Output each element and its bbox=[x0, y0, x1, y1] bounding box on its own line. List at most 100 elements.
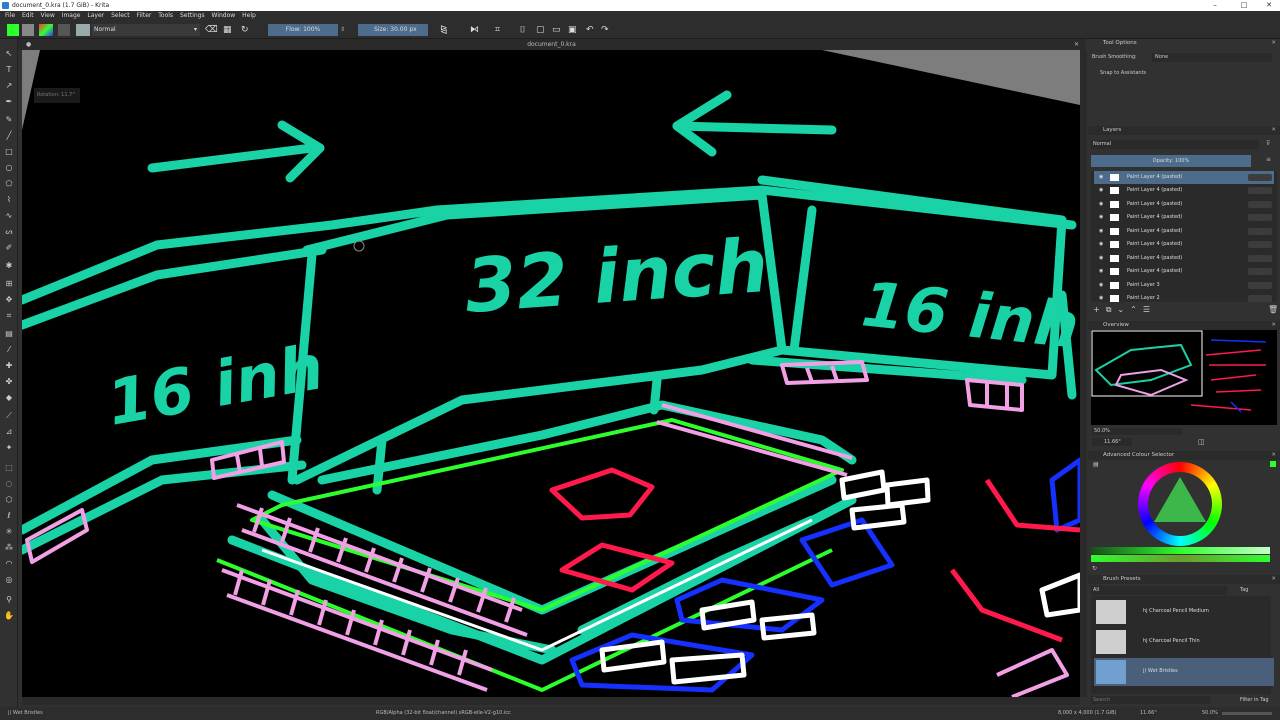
docker-close-icon[interactable]: ✕ bbox=[1271, 126, 1276, 135]
brush-preset-item[interactable]: hj Charcoal Pencil Medium bbox=[1094, 598, 1274, 626]
gradient-icon[interactable] bbox=[39, 24, 53, 36]
duplicate-layer-icon[interactable]: ⧉ bbox=[1106, 305, 1118, 314]
pan-tool-icon[interactable]: ✋ bbox=[4, 611, 14, 621]
saturation-triangle[interactable] bbox=[1148, 472, 1212, 536]
menu-edit[interactable]: Edit bbox=[22, 11, 34, 21]
add-layer-icon[interactable]: + bbox=[1093, 305, 1106, 314]
open-document-icon[interactable]: ▭ bbox=[552, 24, 564, 36]
menu-filter[interactable]: Filter bbox=[137, 11, 152, 21]
visibility-eye-icon[interactable]: ◉ bbox=[1099, 252, 1107, 265]
line-tool-icon[interactable]: ╱ bbox=[4, 131, 14, 141]
docker-close-icon[interactable]: ✕ bbox=[1271, 321, 1276, 330]
zoom-slider[interactable] bbox=[1222, 712, 1272, 715]
zoom-tool-icon[interactable]: ⚲ bbox=[4, 595, 14, 605]
freehand-path-icon[interactable]: ᔕ bbox=[4, 227, 14, 237]
minimize-button[interactable]: – bbox=[1204, 0, 1226, 11]
layer-lock-icons[interactable] bbox=[1248, 268, 1272, 275]
brush-preset-item[interactable]: hj Charcoal Pencil Thin bbox=[1094, 628, 1274, 656]
visibility-eye-icon[interactable]: ◉ bbox=[1099, 211, 1107, 224]
redo-icon[interactable]: ↷ bbox=[601, 24, 613, 36]
colorize-mask-icon[interactable]: ✤ bbox=[4, 377, 14, 387]
layer-properties-icon[interactable]: ☰ bbox=[1143, 305, 1156, 314]
maximize-button[interactable]: □ bbox=[1233, 0, 1255, 11]
layer-lock-icons[interactable] bbox=[1248, 201, 1272, 208]
snap-to-assistants-checkbox[interactable]: Snap to Assistants bbox=[1100, 70, 1146, 76]
move-layer-down-icon[interactable]: ⌄ bbox=[1117, 305, 1130, 314]
crop-icon[interactable]: ⌷ bbox=[520, 24, 532, 36]
reference-tool-icon[interactable]: ✦ bbox=[4, 443, 14, 453]
crop-tool-icon[interactable]: ⌗ bbox=[4, 311, 14, 321]
drawing-canvas[interactable]: 32 inch 16 inh 16 inh bbox=[22, 50, 1080, 697]
magnetic-select-icon[interactable]: ◎ bbox=[4, 575, 14, 585]
background-color-swatch[interactable] bbox=[22, 24, 34, 36]
menu-settings[interactable]: Settings bbox=[180, 11, 205, 21]
similar-select-icon[interactable]: ⁂ bbox=[4, 543, 14, 553]
close-document-icon[interactable]: ✕ bbox=[1074, 39, 1079, 50]
layer-row[interactable]: ◉ Paint Layer 4 (pasted) bbox=[1094, 198, 1274, 211]
dynamic-brush-icon[interactable]: ✐ bbox=[4, 243, 14, 253]
visibility-eye-icon[interactable]: ◉ bbox=[1099, 225, 1107, 238]
delete-layer-icon[interactable]: 🗑 bbox=[1268, 305, 1278, 314]
bezier-select-icon[interactable]: ◠ bbox=[4, 559, 14, 569]
visibility-eye-icon[interactable]: ◉ bbox=[1099, 184, 1107, 197]
brush-tag-button[interactable]: Tag bbox=[1240, 586, 1270, 595]
transform-tool-icon[interactable]: ⊞ bbox=[4, 279, 14, 289]
horizontal-scrollbar[interactable] bbox=[22, 697, 1080, 705]
pattern-icon[interactable] bbox=[58, 24, 70, 36]
visibility-eye-icon[interactable]: ◉ bbox=[1099, 198, 1107, 211]
layer-row[interactable]: ◉ Paint Layer 4 (pasted) bbox=[1094, 171, 1274, 184]
eraser-icon[interactable]: ⌫ bbox=[205, 24, 218, 36]
brush-preset-item-selected[interactable]: j) Wet Bristles bbox=[1094, 658, 1274, 686]
fill-tool-icon[interactable]: ◆ bbox=[4, 393, 14, 403]
mirror-vertical-icon[interactable]: ⧑ bbox=[470, 24, 482, 36]
close-button[interactable]: ✕ bbox=[1258, 0, 1280, 11]
mirror-horizontal-icon[interactable]: ⧎ bbox=[440, 24, 452, 36]
menu-tools[interactable]: Tools bbox=[158, 11, 173, 21]
layer-lock-icons[interactable] bbox=[1248, 228, 1272, 235]
layer-lock-icons[interactable] bbox=[1248, 214, 1272, 221]
measure-tool-icon[interactable]: ⊿ bbox=[4, 427, 14, 437]
mirror-view-icon[interactable]: ◫ bbox=[1198, 438, 1205, 446]
layer-row[interactable]: ◉ Paint Layer 4 (pasted) bbox=[1094, 184, 1274, 197]
menu-layer[interactable]: Layer bbox=[87, 11, 104, 21]
assistant-tool-icon[interactable]: ⟋ bbox=[4, 411, 14, 421]
wrap-around-icon[interactable]: ⌗ bbox=[495, 24, 507, 36]
contiguous-select-icon[interactable]: ✳ bbox=[4, 527, 14, 537]
size-slider[interactable]: Size: 30.00 px bbox=[358, 24, 428, 36]
layer-lock-icons[interactable] bbox=[1248, 187, 1272, 194]
layer-blend-mode-select[interactable]: Normal bbox=[1091, 140, 1259, 149]
layer-row[interactable]: ◉ Paint Layer 4 (pasted) bbox=[1094, 225, 1274, 238]
edit-shapes-icon[interactable]: ↗ bbox=[4, 81, 14, 91]
reload-preset-icon[interactable]: ↻ bbox=[241, 24, 251, 36]
brush-filter-select[interactable]: All bbox=[1091, 586, 1227, 595]
layer-lock-icons[interactable] bbox=[1248, 255, 1272, 262]
layer-row[interactable]: ◉ Paint Layer 3 bbox=[1094, 279, 1274, 292]
filter-in-tag-checkbox[interactable]: Filter in Tag bbox=[1240, 696, 1269, 704]
flow-slider[interactable]: Flow: 100% bbox=[268, 24, 338, 36]
layer-row[interactable]: ◉ Paint Layer 2 bbox=[1094, 292, 1274, 302]
brush-smoothing-select[interactable]: None bbox=[1152, 53, 1272, 62]
visibility-eye-icon[interactable]: ◉ bbox=[1099, 292, 1107, 302]
visibility-eye-icon[interactable]: ◉ bbox=[1099, 238, 1107, 251]
brush-search-input[interactable]: Search bbox=[1091, 696, 1211, 704]
brush-preset-icon[interactable] bbox=[76, 24, 90, 36]
green-tint-slider[interactable] bbox=[1091, 555, 1270, 562]
docker-close-icon[interactable]: ✕ bbox=[1271, 451, 1276, 460]
reset-colour-icon[interactable]: ↻ bbox=[1092, 565, 1097, 572]
layer-lock-icons[interactable] bbox=[1248, 174, 1272, 181]
colour-selector-settings-icon[interactable]: ▤ bbox=[1093, 461, 1099, 468]
layer-row[interactable]: ◉ Paint Layer 4 (pasted) bbox=[1094, 252, 1274, 265]
ellipse-tool-icon[interactable]: ○ bbox=[4, 163, 14, 173]
new-document-icon[interactable]: ▢ bbox=[536, 24, 548, 36]
freehand-select-icon[interactable]: ℓ bbox=[4, 511, 14, 521]
document-tab[interactable]: document_0.kra ● ✕ bbox=[18, 39, 1085, 50]
layer-options-icon[interactable]: ≡ bbox=[1266, 156, 1271, 163]
overview-zoom-select[interactable]: 50.0% bbox=[1092, 428, 1182, 435]
visibility-eye-icon[interactable]: ◉ bbox=[1099, 265, 1107, 278]
polygonal-select-icon[interactable]: ⬡ bbox=[4, 495, 14, 505]
menu-select[interactable]: Select bbox=[111, 11, 130, 21]
visibility-eye-icon[interactable]: ◉ bbox=[1099, 279, 1107, 292]
blend-mode-select[interactable]: Normal ▾ bbox=[92, 24, 200, 36]
foreground-color-swatch[interactable] bbox=[7, 24, 19, 36]
menu-help[interactable]: Help bbox=[242, 11, 256, 21]
